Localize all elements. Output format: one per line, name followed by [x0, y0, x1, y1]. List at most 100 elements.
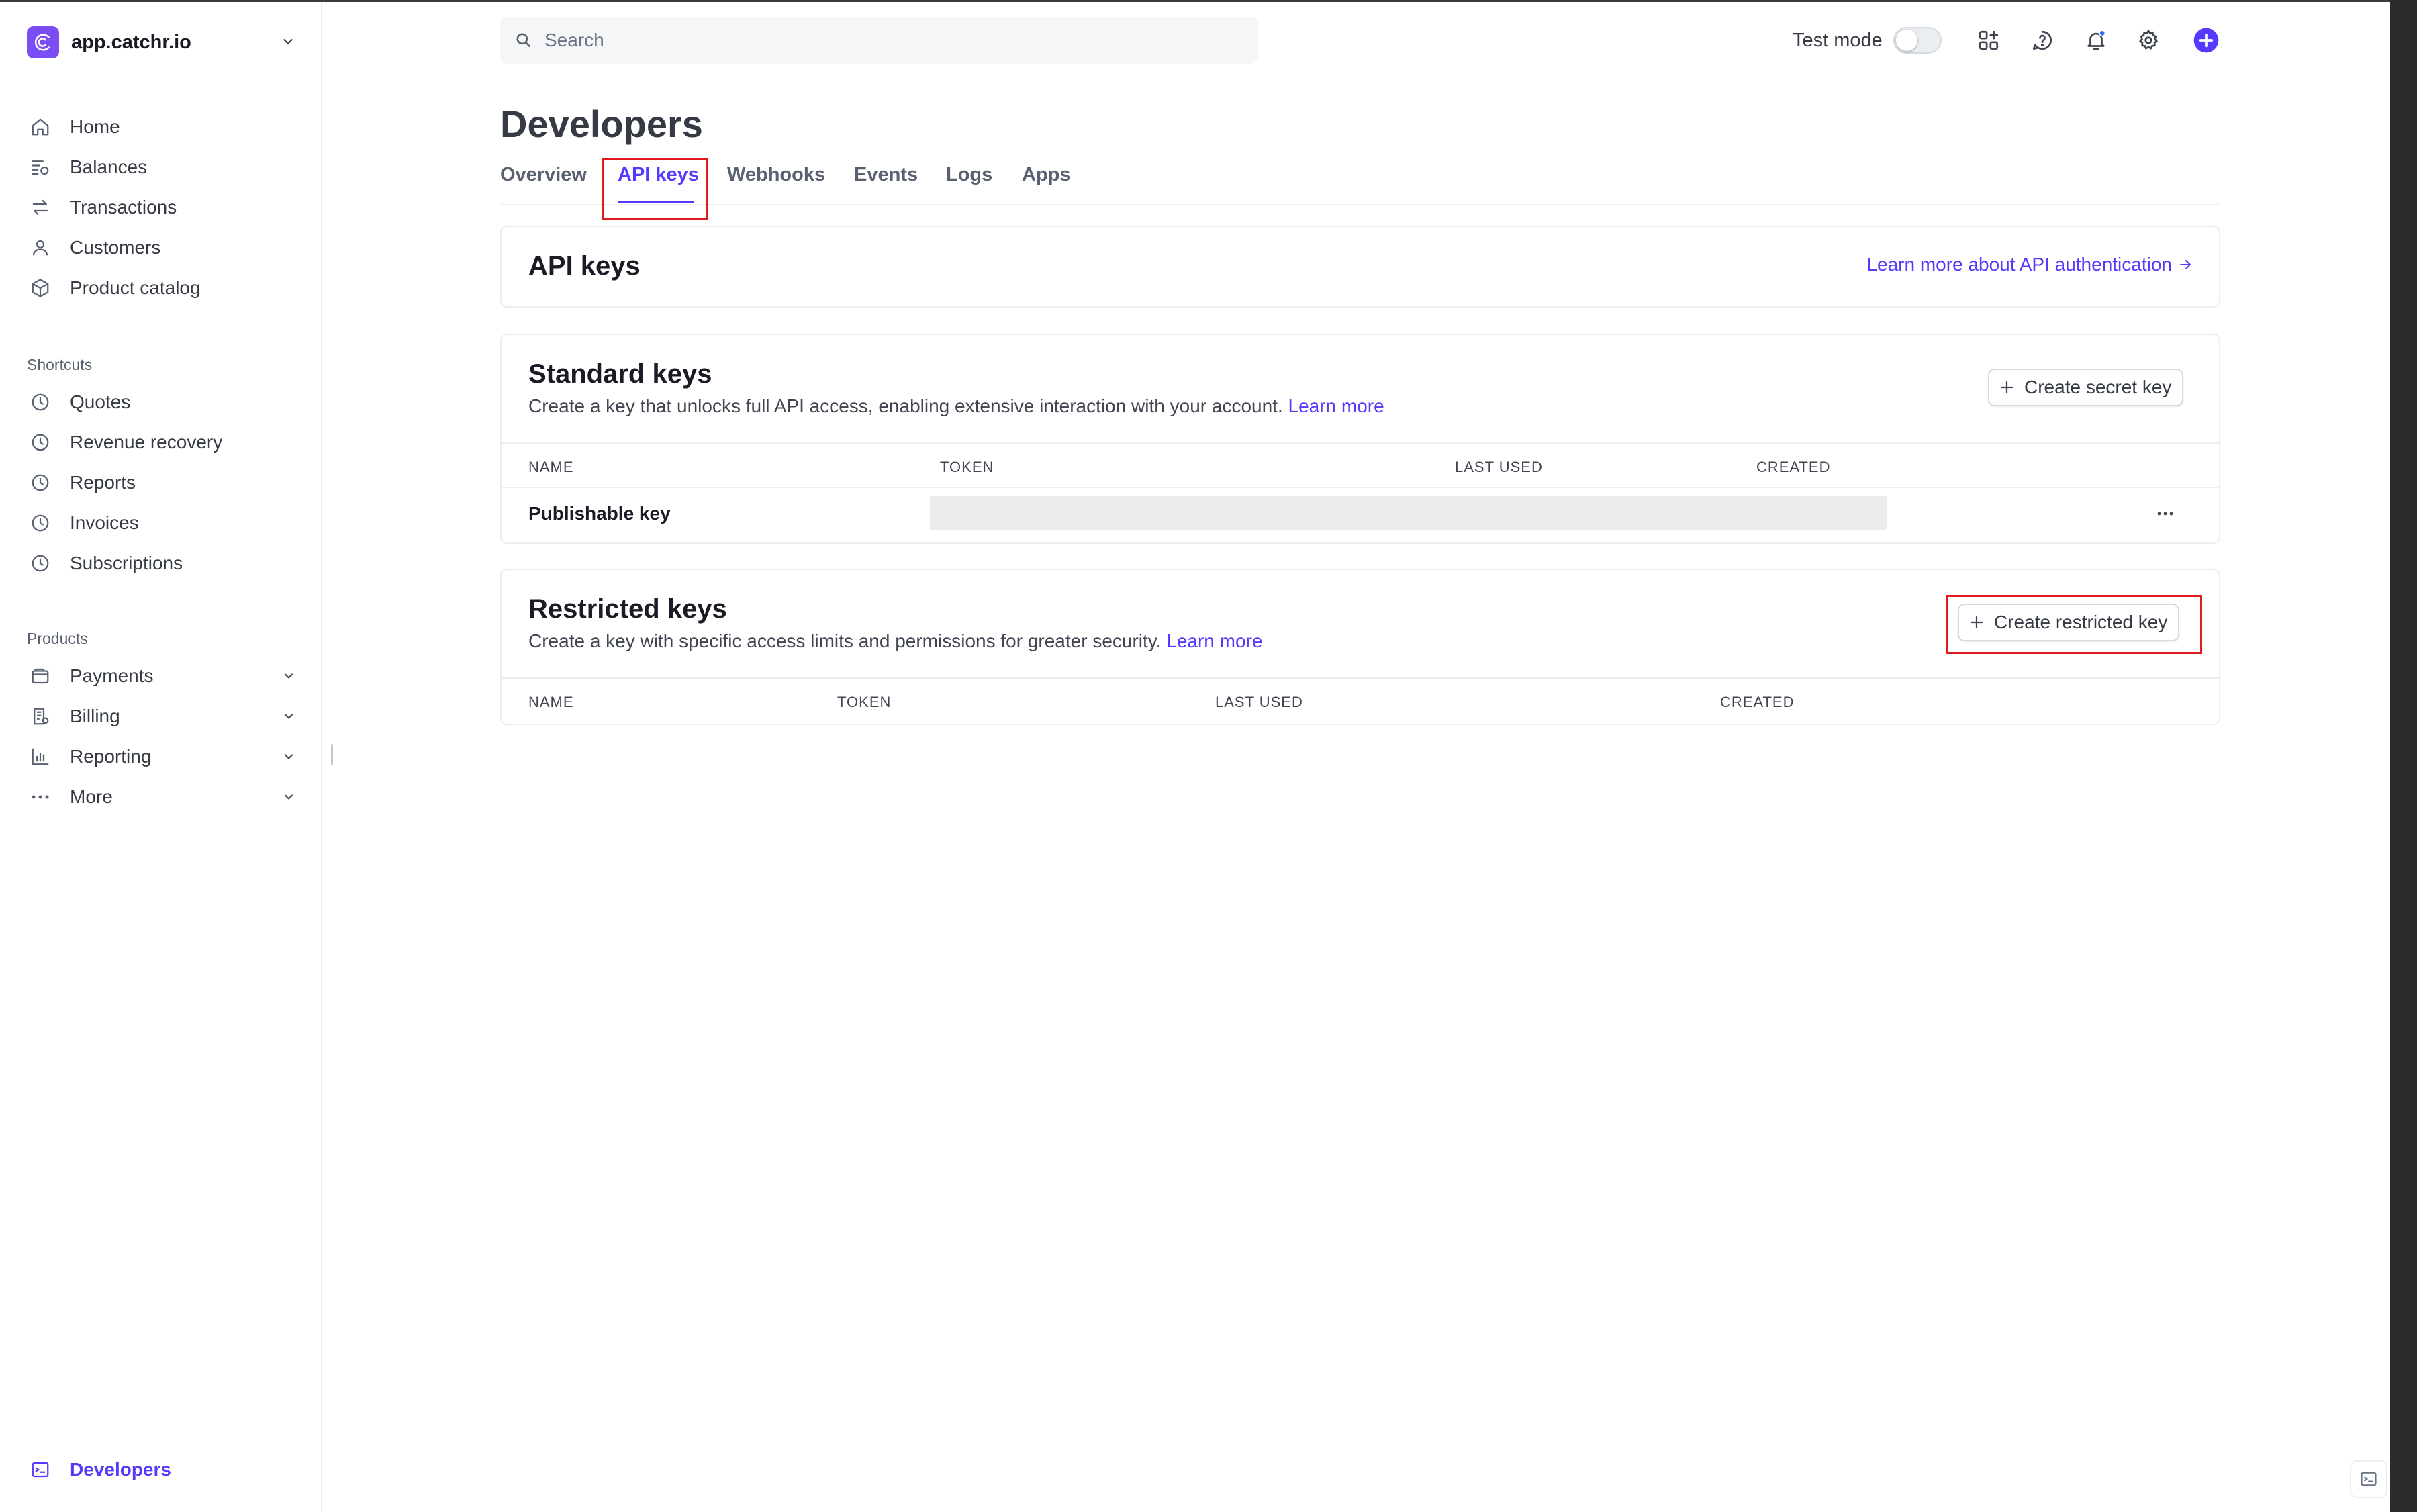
- sidebar-item-quotes[interactable]: Quotes: [27, 383, 295, 421]
- sidebar-item-label: Payments: [70, 665, 154, 686]
- search-icon: [515, 32, 532, 49]
- learn-more-link[interactable]: Learn more: [1166, 630, 1262, 651]
- button-label: Create secret key: [2024, 377, 2172, 397]
- standard-keys-card: Standard keys Create a key that unlocks …: [500, 334, 2220, 544]
- customers-icon: [27, 234, 54, 261]
- home-icon: [27, 113, 54, 140]
- developer-shell-button[interactable]: [2350, 1460, 2387, 1498]
- apps-plus-icon[interactable]: [1974, 26, 2003, 55]
- sidebar-item-payments[interactable]: Payments: [27, 657, 295, 695]
- sidebar-item-product-catalog[interactable]: Product catalog: [27, 269, 295, 307]
- column-header-token: TOKEN: [837, 694, 892, 710]
- transactions-icon: [27, 194, 54, 221]
- sidebar-item-label: Revenue recovery: [70, 432, 223, 453]
- sidebar-item-subscriptions[interactable]: Subscriptions: [27, 545, 295, 582]
- search-input[interactable]: [543, 29, 1217, 52]
- clock-icon: [27, 389, 54, 416]
- column-header-name: NAME: [528, 459, 574, 475]
- sidebar-item-label: Reporting: [70, 746, 152, 767]
- learn-more-api-auth-link[interactable]: Learn more about API authentication: [1866, 254, 2193, 275]
- window-edge: [2390, 0, 2417, 1512]
- sidebar-item-customers[interactable]: Customers: [27, 229, 295, 267]
- sidebar-item-more[interactable]: More: [27, 778, 295, 816]
- test-mode-label: Test mode: [1793, 29, 1883, 51]
- sidebar-item-label: Transactions: [70, 197, 177, 218]
- test-mode-control: Test mode: [1793, 27, 1942, 54]
- settings-icon[interactable]: [2134, 26, 2163, 55]
- column-header-last-used: LAST USED: [1455, 459, 1543, 475]
- create-secret-key-button[interactable]: Create secret key: [1988, 369, 2184, 406]
- column-header-last-used: LAST USED: [1215, 694, 1303, 710]
- chevron-down-icon: [281, 34, 295, 49]
- balances-icon: [27, 154, 54, 181]
- sidebar-item-home[interactable]: Home: [27, 108, 295, 146]
- help-icon[interactable]: [2028, 26, 2057, 55]
- notifications-icon[interactable]: [2081, 26, 2111, 55]
- sidebar-item-label: Customers: [70, 237, 161, 258]
- sidebar-item-developers[interactable]: Developers: [27, 1451, 295, 1489]
- products-section-label: Products: [27, 630, 88, 647]
- developer-tabs: Overview API keys Webhooks Events Logs A…: [500, 161, 2220, 205]
- clock-icon: [27, 510, 54, 536]
- sidebar-item-label: Billing: [70, 706, 120, 726]
- more-options-icon[interactable]: [2152, 502, 2179, 526]
- tab-events[interactable]: Events: [854, 164, 918, 186]
- column-header-token: TOKEN: [940, 459, 994, 475]
- tab-webhooks[interactable]: Webhooks: [727, 164, 825, 186]
- column-header-created: CREATED: [1720, 694, 1795, 710]
- sidebar-item-label: More: [70, 786, 113, 807]
- sidebar-item-reports[interactable]: Reports: [27, 464, 295, 502]
- search-bar[interactable]: [500, 17, 1258, 64]
- toggle-knob: [1895, 30, 1917, 51]
- sidebar-item-label: Product catalog: [70, 277, 201, 298]
- sidebar-item-balances[interactable]: Balances: [27, 148, 295, 186]
- table-row[interactable]: Publishable key: [502, 488, 2219, 542]
- card-title: Restricted keys: [528, 594, 727, 624]
- sidebar-item-reporting[interactable]: Reporting: [27, 738, 295, 775]
- link-label: Learn more about API authentication: [1866, 254, 2172, 275]
- page-title: Developers: [500, 103, 703, 145]
- highlight-box-create-restricted-key: [1946, 595, 2202, 654]
- chevron-down-icon: [282, 669, 295, 683]
- sidebar-item-revenue-recovery[interactable]: Revenue recovery: [27, 424, 295, 461]
- key-name: Publishable key: [528, 503, 671, 524]
- brand-logo-icon: [27, 26, 59, 58]
- sidebar-item-invoices[interactable]: Invoices: [27, 504, 295, 542]
- clock-icon: [27, 550, 54, 577]
- sidebar-item-label: Invoices: [70, 512, 139, 533]
- api-keys-header-card: API keys Learn more about API authentica…: [500, 226, 2220, 308]
- account-switcher[interactable]: app.catchr.io: [27, 26, 295, 58]
- description-text: Create a key that unlocks full API acces…: [528, 395, 1283, 416]
- chevron-down-icon: [282, 790, 295, 804]
- column-header-name: NAME: [528, 694, 574, 710]
- tab-overview[interactable]: Overview: [500, 164, 587, 186]
- card-title: API keys: [528, 251, 641, 281]
- sidebar-item-label: Developers: [70, 1459, 171, 1480]
- chevron-down-icon: [282, 750, 295, 763]
- sidebar-resize-handle[interactable]: [331, 744, 333, 765]
- tab-logs[interactable]: Logs: [946, 164, 992, 186]
- clock-icon: [27, 469, 54, 496]
- chevron-down-icon: [282, 710, 295, 723]
- box-icon: [27, 275, 54, 301]
- terminal-icon: [2359, 1470, 2378, 1489]
- sidebar: app.catchr.io Home Balances Transactions…: [0, 2, 322, 1512]
- tab-apps[interactable]: Apps: [1022, 164, 1071, 186]
- standard-keys-table-header: NAME TOKEN LAST USED CREATED: [502, 442, 2219, 488]
- window-top-border: [0, 0, 2417, 2]
- highlight-box-api-keys-tab: [602, 158, 708, 220]
- description-text: Create a key with specific access limits…: [528, 630, 1162, 651]
- clock-icon: [27, 429, 54, 456]
- sidebar-item-label: Home: [70, 116, 120, 137]
- sidebar-item-label: Subscriptions: [70, 553, 183, 573]
- sidebar-item-billing[interactable]: Billing: [27, 698, 295, 735]
- bar-chart-icon: [27, 743, 54, 770]
- card-description: Create a key that unlocks full API acces…: [528, 395, 1384, 417]
- shortcuts-section-label: Shortcuts: [27, 356, 93, 373]
- terminal-icon: [27, 1456, 54, 1483]
- learn-more-link[interactable]: Learn more: [1288, 395, 1384, 416]
- sidebar-item-transactions[interactable]: Transactions: [27, 189, 295, 226]
- create-plus-icon[interactable]: [2191, 26, 2221, 55]
- billing-icon: [27, 703, 54, 730]
- test-mode-toggle[interactable]: [1893, 27, 1942, 54]
